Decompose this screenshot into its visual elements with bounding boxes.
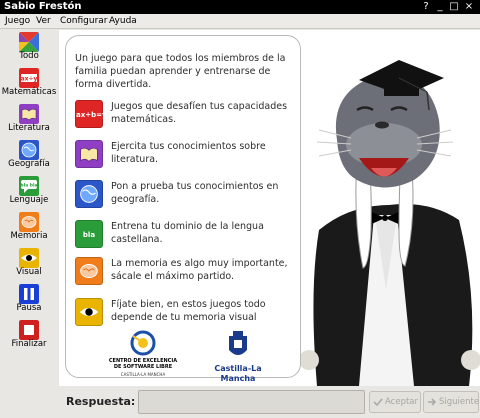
sidebar-item-geografia[interactable]: Geografía [0, 138, 58, 174]
math-icon: ax÷y [19, 68, 39, 88]
entry-text: Juegos que desafíen tus capacidades mate… [111, 101, 288, 125]
answer-bar: Respuesta: Aceptar Siguiente [59, 386, 480, 418]
sidebar-item-label: Pausa [16, 303, 42, 313]
entry-text: Entrena tu dominio de la lengua castella… [111, 221, 264, 245]
title-bar: Sabio Frestón ? _ □ × [0, 0, 480, 14]
sidebar-item-finalizar[interactable]: Finalizar [0, 318, 58, 354]
sidebar-item-pausa[interactable]: Pausa [0, 282, 58, 318]
intro-text: Un juego para que todos los miembros de … [75, 53, 286, 90]
minimize-button[interactable]: _ [434, 1, 446, 13]
sidebar-item-literatura[interactable]: Literatura [0, 102, 58, 138]
answer-label: Respuesta: [66, 395, 136, 408]
brain-icon [19, 212, 39, 232]
cesl-line2: DE SOFTWARE LIBRE [113, 364, 173, 370]
math-icon-text: ax÷y [21, 76, 38, 83]
speech-bubble-icon-text: bla bla [20, 183, 37, 189]
sidebar-item-label: Memoria [10, 231, 48, 241]
sidebar-item-label: Todo [19, 51, 39, 61]
globe-icon [75, 180, 103, 208]
pause-icon [19, 284, 39, 304]
menu-ver[interactable]: Ver [36, 14, 51, 28]
clm-logo-text: Castilla-La Mancha [214, 364, 262, 383]
next-button[interactable]: Siguiente [423, 391, 479, 413]
sidebar-item-label: Literatura [8, 123, 50, 133]
maximize-button[interactable]: □ [448, 1, 460, 13]
sidebar-item-label: Geografía [8, 159, 50, 169]
accept-button-label: Aceptar [385, 397, 418, 407]
entry-text: Fíjate bien, en estos juegos todo depend… [111, 299, 266, 323]
sidebar-item-visual[interactable]: Visual [0, 246, 58, 282]
sidebar-item-label: Visual [16, 267, 42, 277]
castilla-la-mancha-logo: Castilla-La Mancha [197, 330, 279, 383]
cesl-logo: CENTRO DE EXCELENCIA DE SOFTWARE LIBRE C… [97, 330, 189, 378]
arrow-right-icon [428, 398, 437, 406]
answer-input[interactable] [138, 390, 365, 414]
cesl-emblem-icon [130, 330, 156, 356]
app-window: Sabio Frestón ? _ □ × Juego Ver Configur… [0, 0, 480, 418]
help-window-button[interactable]: ? [420, 1, 432, 13]
close-button[interactable]: × [463, 1, 475, 13]
globe-icon [19, 140, 39, 160]
menu-bar: Juego Ver Configurar Ayuda [0, 14, 480, 29]
sidebar-item-matematicas[interactable]: ax÷y Matemáticas [0, 66, 58, 102]
stop-icon [19, 320, 39, 340]
sidebar-item-label: Finalizar [11, 339, 47, 349]
accept-button[interactable]: Aceptar [369, 391, 421, 413]
coat-of-arms-icon [229, 331, 247, 355]
menu-configurar[interactable]: Configurar [60, 14, 108, 28]
main-content: Un juego para que todos los miembros de … [59, 30, 480, 386]
eye-icon [19, 248, 39, 268]
entry-text: La memoria es algo muy importante, sácal… [111, 258, 288, 282]
eye-icon [75, 298, 103, 326]
speech-bubble-icon: bla bla [75, 220, 103, 267]
sidebar-item-memoria[interactable]: Memoria [0, 210, 58, 246]
all-games-icon [19, 32, 39, 52]
math-icon: ax÷b=y [75, 100, 107, 128]
sidebar-item-lenguaje[interactable]: bla bla Lenguaje [0, 174, 58, 210]
sidebar-item-todo[interactable]: Todo [0, 30, 58, 66]
entry-text: Ejercita tus conocimientos sobre literat… [111, 141, 266, 165]
next-button-label: Siguiente [439, 397, 480, 407]
category-sidebar: Todo ax÷y Matemáticas Literatura Geograf… [0, 30, 58, 349]
cesl-line3: CASTILLA-LA MANCHA [120, 372, 166, 377]
entry-text: Pon a prueba tus conocimientos en geogra… [111, 181, 279, 205]
sidebar-item-label: Lenguaje [9, 195, 49, 205]
book-icon [19, 104, 39, 124]
speech-bubble-icon: bla bla [19, 176, 39, 196]
checkmark-icon [373, 398, 383, 407]
window-title: Sabio Frestón [4, 1, 82, 12]
walrus-mascot-illustration [299, 60, 480, 386]
book-icon [75, 140, 103, 168]
menu-ayuda[interactable]: Ayuda [109, 14, 137, 28]
brain-icon [75, 257, 103, 285]
sidebar-item-label: Matemáticas [1, 87, 57, 97]
menu-juego[interactable]: Juego [5, 14, 30, 28]
